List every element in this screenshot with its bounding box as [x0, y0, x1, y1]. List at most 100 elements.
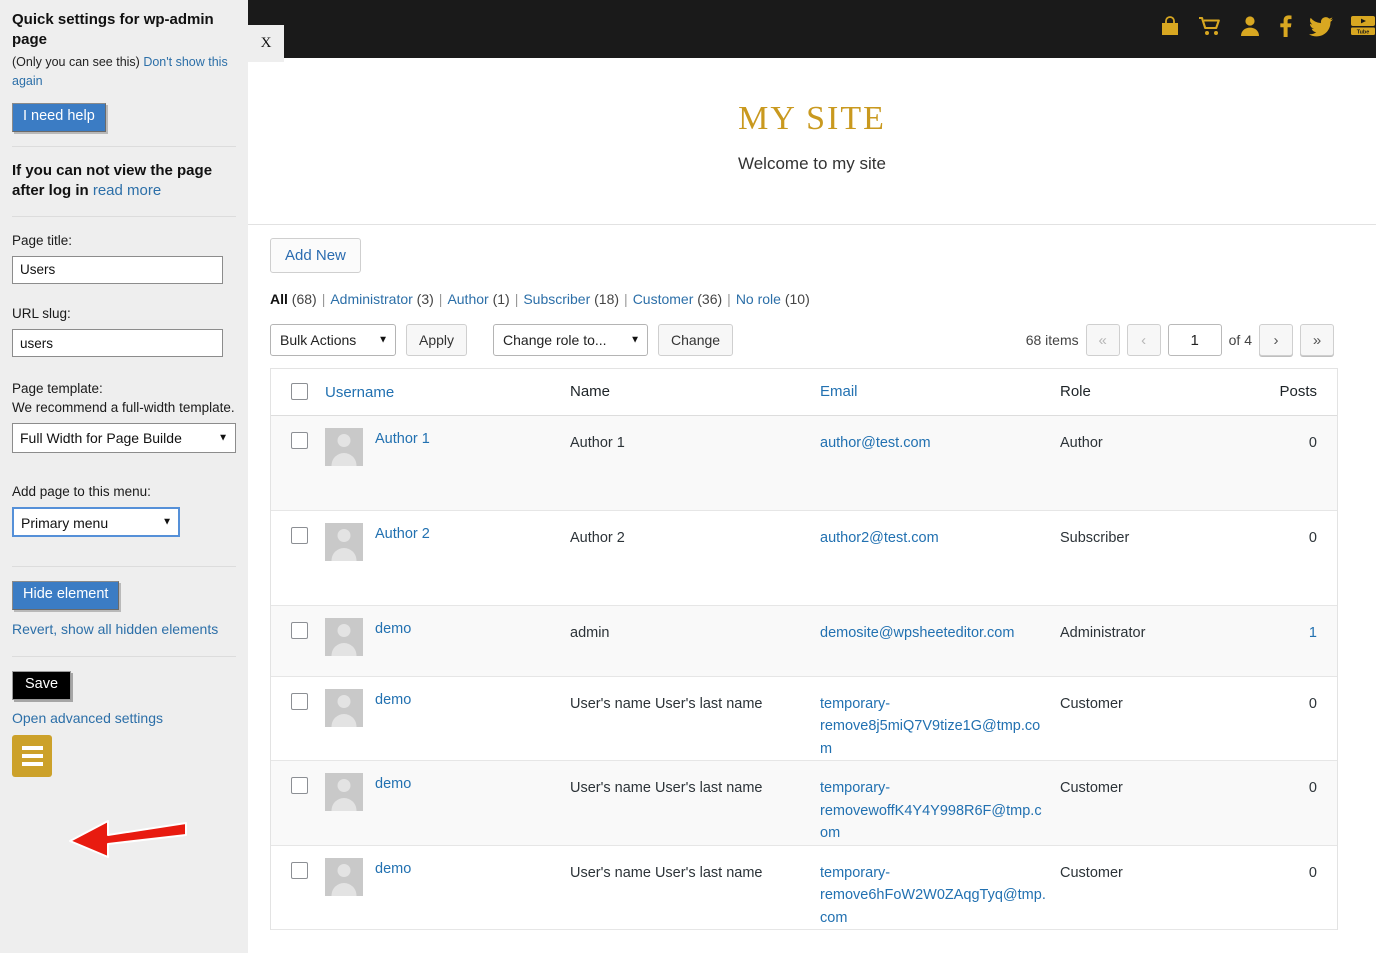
column-header-role: Role	[1060, 383, 1091, 400]
email-link[interactable]: temporary-remove8j5miQ7V9tize1G@tmp.com	[820, 696, 1040, 757]
page-template-select[interactable]: Full Width for Page Builde	[12, 423, 236, 454]
username-link[interactable]: demo	[375, 858, 411, 880]
row-select-cell	[271, 511, 325, 605]
username-link[interactable]: demo	[375, 773, 411, 795]
page-template-label-text: Page template:	[12, 381, 103, 396]
items-count: 68 items	[1025, 332, 1079, 348]
facebook-icon[interactable]	[1277, 14, 1293, 38]
svg-text:Tube: Tube	[1357, 29, 1369, 35]
row-checkbox[interactable]	[291, 622, 308, 639]
read-more-link[interactable]: read more	[93, 182, 161, 199]
role-cell: Administrator	[1060, 606, 1245, 676]
table-row: Author 2 Author 2 author2@test.com Subscrib…	[271, 511, 1337, 606]
menu-select-wrap: Primary menu ▼	[12, 507, 180, 538]
row-select-cell	[271, 416, 325, 510]
social-icon-group: Tube	[1158, 14, 1376, 38]
column-header-username[interactable]: Username	[325, 384, 394, 401]
only-you-text: (Only you can see this)	[12, 54, 140, 69]
shopping-cart-icon[interactable]	[1198, 14, 1223, 38]
username-cell: demo	[325, 846, 570, 929]
change-role-button[interactable]: Change	[658, 324, 734, 356]
user-account-icon[interactable]	[1239, 14, 1261, 38]
role-filter-no-role[interactable]: No role	[736, 291, 781, 307]
role-filter-author[interactable]: Author	[447, 291, 488, 307]
col-username: Username	[325, 369, 570, 415]
add-new-button[interactable]: Add New	[270, 238, 361, 273]
row-select-cell	[271, 846, 325, 929]
email-link[interactable]: demosite@wpsheeteditor.com	[820, 625, 1014, 641]
row-checkbox[interactable]	[291, 693, 308, 710]
menu-select[interactable]: Primary menu	[12, 507, 180, 538]
total-pages-label: of 4	[1228, 332, 1252, 348]
revert-show-hidden-link[interactable]: Revert, show all hidden elements	[12, 621, 218, 637]
email-link[interactable]: author2@test.com	[820, 530, 939, 546]
apply-button[interactable]: Apply	[406, 324, 468, 356]
row-select-cell	[271, 761, 325, 844]
row-checkbox[interactable]	[291, 777, 308, 795]
role-filter-all[interactable]: All	[270, 291, 288, 307]
prev-page-button[interactable]: ‹	[1126, 324, 1161, 356]
youtube-icon[interactable]: Tube	[1350, 14, 1376, 38]
email-cell: author2@test.com	[820, 511, 1060, 605]
name-cell: User's name User's last name	[570, 677, 820, 760]
url-slug-input[interactable]	[12, 329, 223, 357]
role-cell: Customer	[1060, 846, 1245, 929]
username-link[interactable]: Author 1	[375, 428, 430, 450]
name-cell: Author 1	[570, 416, 820, 510]
bulk-actions-select[interactable]: Bulk Actions	[270, 324, 396, 356]
username-cell: demo	[325, 606, 570, 676]
save-button[interactable]: Save	[12, 670, 72, 700]
email-link[interactable]: author@test.com	[820, 435, 931, 451]
column-header-email[interactable]: Email	[820, 383, 858, 400]
email-link[interactable]: temporary-remove6hFoW2W0ZAqgTyq@tmp.com	[820, 865, 1046, 926]
avatar	[325, 857, 363, 896]
role-filter-count: (18)	[590, 291, 620, 307]
i-need-help-button[interactable]: I need help	[12, 103, 106, 133]
email-cell: demosite@wpsheeteditor.com	[820, 606, 1060, 676]
row-checkbox[interactable]	[291, 432, 308, 449]
avatar	[325, 689, 363, 727]
email-cell: temporary-remove8j5miQ7V9tize1G@tmp.com	[820, 677, 1060, 760]
hamburger-icon[interactable]	[12, 734, 52, 777]
posts-count[interactable]: 1	[1309, 625, 1317, 641]
avatar	[325, 773, 363, 812]
current-page-input[interactable]	[1167, 324, 1222, 356]
row-select-cell	[271, 677, 325, 760]
users-table: Username Name Email Role Posts Author 1A…	[270, 368, 1338, 931]
row-checkbox[interactable]	[291, 527, 308, 544]
role-cell: Customer	[1060, 677, 1245, 760]
role-filter-administrator[interactable]: Administrator	[330, 291, 412, 307]
close-panel-tab[interactable]: X	[248, 25, 284, 62]
role-filter-count: (36)	[693, 291, 723, 307]
first-page-button[interactable]: «	[1085, 324, 1120, 356]
annotation-arrow	[69, 820, 187, 858]
username-link[interactable]: demo	[375, 689, 411, 711]
username-link[interactable]: Author 2	[375, 523, 430, 545]
last-page-button[interactable]: »	[1300, 324, 1334, 356]
twitter-icon[interactable]	[1309, 14, 1334, 38]
name-cell: admin	[570, 606, 820, 676]
select-all-checkbox[interactable]	[291, 383, 308, 400]
role-filter-count: (10)	[780, 291, 810, 307]
column-header-posts: Posts	[1279, 383, 1317, 400]
posts-cell: 0	[1245, 416, 1329, 510]
email-link[interactable]: temporary-removewoffK4Y4Y998R6F@tmp.com	[820, 780, 1042, 841]
role-text: Author	[1060, 435, 1103, 451]
role-filter-subscriber[interactable]: Subscriber	[523, 291, 590, 307]
shopping-bag-icon[interactable]	[1158, 14, 1182, 38]
open-advanced-settings-link[interactable]: Open advanced settings	[12, 710, 163, 726]
avatar	[325, 618, 363, 656]
site-top-bar: Tube	[248, 0, 1376, 58]
change-role-select[interactable]: Change role to...	[493, 324, 649, 356]
next-page-button[interactable]: ›	[1259, 324, 1293, 356]
row-checkbox[interactable]	[291, 861, 308, 879]
role-filter-customer[interactable]: Customer	[633, 291, 694, 307]
posts-count: 0	[1308, 864, 1317, 881]
username-cell: Author 2	[325, 511, 570, 605]
hide-element-button[interactable]: Hide element	[12, 581, 120, 611]
page-template-select-wrap: Full Width for Page Builde ▼	[12, 423, 236, 454]
filter-separator: |	[321, 291, 326, 307]
page-title-input[interactable]	[12, 255, 223, 284]
username-link[interactable]: demo	[375, 618, 411, 640]
page-template-hint: We recommend a full-width template.	[12, 400, 235, 416]
